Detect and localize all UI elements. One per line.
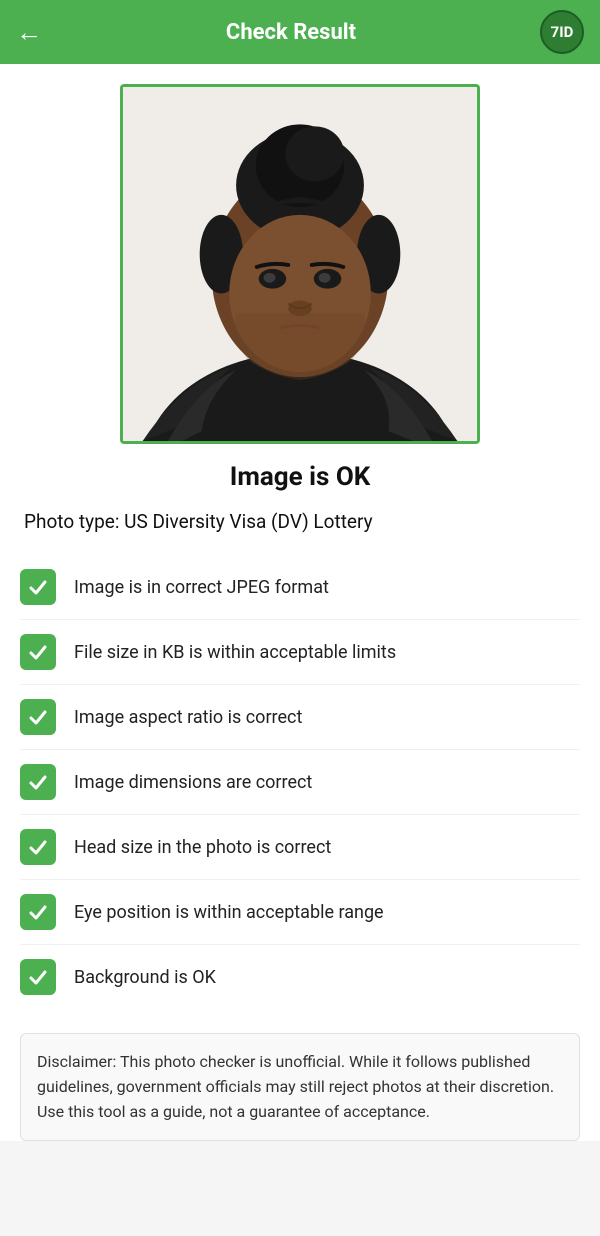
photo-frame — [120, 84, 480, 444]
disclaimer: Disclaimer: This photo checker is unoffi… — [20, 1033, 580, 1141]
passport-photo — [123, 87, 477, 441]
check-text-head: Head size in the photo is correct — [74, 837, 331, 858]
check-text-aspect: Image aspect ratio is correct — [74, 707, 302, 728]
check-text-filesize: File size in KB is within acceptable lim… — [74, 642, 396, 663]
check-item-filesize: File size in KB is within acceptable lim… — [20, 620, 580, 685]
photo-wrapper — [20, 84, 580, 444]
check-icon-jpeg — [20, 569, 56, 605]
check-text-dimensions: Image dimensions are correct — [74, 772, 312, 793]
back-button[interactable]: ← — [16, 17, 42, 48]
check-item-aspect: Image aspect ratio is correct — [20, 685, 580, 750]
photo-type-label: Photo type: US Diversity Visa (DV) Lotte… — [20, 510, 580, 533]
page-title: Check Result — [42, 20, 540, 45]
check-item-dimensions: Image dimensions are correct — [20, 750, 580, 815]
check-icon-aspect — [20, 699, 56, 735]
check-text-eyes: Eye position is within acceptable range — [74, 902, 384, 923]
check-item-head: Head size in the photo is correct — [20, 815, 580, 880]
check-icon-background — [20, 959, 56, 995]
check-icon-filesize — [20, 634, 56, 670]
check-text-jpeg: Image is in correct JPEG format — [74, 577, 329, 598]
check-icon-head — [20, 829, 56, 865]
check-icon-dimensions — [20, 764, 56, 800]
check-text-background: Background is OK — [74, 967, 216, 988]
check-icon-eyes — [20, 894, 56, 930]
app-logo: 7ID — [540, 10, 584, 54]
main-content: Image is OK Photo type: US Diversity Vis… — [0, 64, 600, 1141]
check-item-background: Background is OK — [20, 945, 580, 1009]
check-item-jpeg: Image is in correct JPEG format — [20, 555, 580, 620]
check-item-eyes: Eye position is within acceptable range — [20, 880, 580, 945]
check-list: Image is in correct JPEG format File siz… — [20, 555, 580, 1009]
app-header: ← Check Result 7ID — [0, 0, 600, 64]
status-title: Image is OK — [20, 462, 580, 492]
